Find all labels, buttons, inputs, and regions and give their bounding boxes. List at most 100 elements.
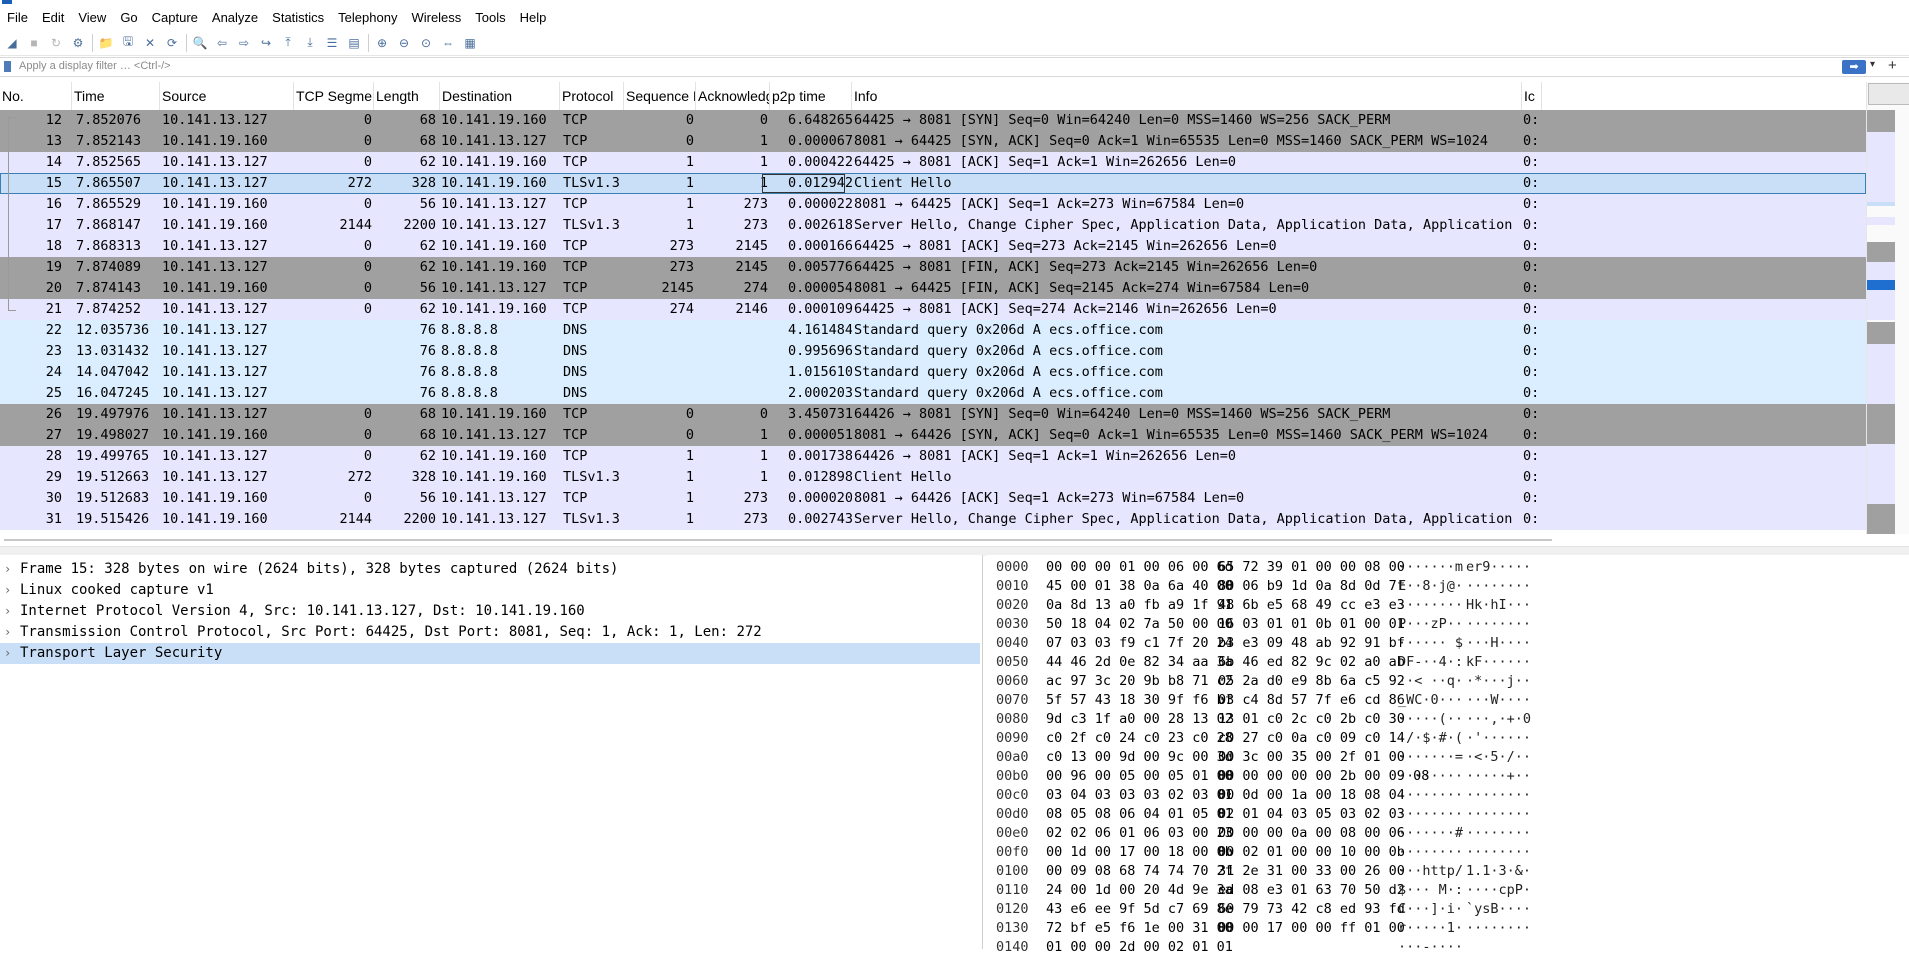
ascii-bytes[interactable]: ···-···· <box>1398 938 1463 957</box>
ascii-bytes[interactable]: ········ <box>1398 767 1463 786</box>
hex-bytes[interactable]: 02 01 04 03 05 03 02 03 <box>1218 805 1405 824</box>
ascii-bytes[interactable]: ········ <box>1398 843 1463 862</box>
zoom-reset-icon[interactable]: ⊙ <box>417 34 435 52</box>
hex-bytes[interactable]: 00 02 01 00 00 10 00 0b <box>1218 843 1405 862</box>
ascii-bytes[interactable]: ···,·+·0 <box>1466 710 1531 729</box>
menu-telephony[interactable]: Telephony <box>331 6 404 30</box>
shark-fin-start-icon[interactable]: ◢ <box>3 34 21 52</box>
column-header-p2p-time[interactable]: p2p time <box>770 82 852 110</box>
offset[interactable]: 00d0 <box>996 805 1029 824</box>
find-icon[interactable]: 🔍 <box>191 34 209 52</box>
packet-row[interactable]: 28 19.499765 10.141.13.127 0 62 10.141.19.160… <box>0 446 1866 467</box>
packet-list-horizontal-scrollbar[interactable] <box>0 534 1866 546</box>
reload-icon[interactable]: ⟳ <box>163 34 181 52</box>
packet-row[interactable]: 22 12.035736 10.141.13.127 76 8.8.8.8 DNS 4.16… <box>0 320 1866 341</box>
ascii-bytes[interactable]: ········ <box>1466 786 1531 805</box>
hex-bytes[interactable]: 13 01 c0 2c c0 2b c0 30 <box>1218 710 1405 729</box>
menu-wireless[interactable]: Wireless <box>404 6 468 30</box>
menu-capture[interactable]: Capture <box>145 6 205 30</box>
detail-tree-item[interactable]: › Linux cooked capture v1 <box>0 580 980 601</box>
menu-edit[interactable]: Edit <box>35 6 71 30</box>
offset[interactable]: 0080 <box>996 710 1029 729</box>
packet-row[interactable]: 13 7.852143 10.141.19.160 0 68 10.141.13.127 T… <box>0 131 1866 152</box>
packet-row[interactable]: 16 7.865529 10.141.19.160 0 56 10.141.13.127 T… <box>0 194 1866 215</box>
ascii-bytes[interactable]: ········ <box>1466 824 1531 843</box>
ascii-bytes[interactable]: ·<·5·/·· <box>1466 748 1531 767</box>
packet-row[interactable]: 23 13.031432 10.141.13.127 76 8.8.8.8 DNS 0.99… <box>0 341 1866 362</box>
column-header-length[interactable]: Length <box>374 82 440 110</box>
ascii-bytes[interactable]: E··8·j@· <box>1398 577 1463 596</box>
hex-bytes[interactable]: 48 6b e5 68 49 cc e3 e3 <box>1218 596 1405 615</box>
hex-bytes[interactable]: 24 00 1d 00 20 4d 9e 3a <box>1046 881 1233 900</box>
forward-icon[interactable]: ⇨ <box>235 34 253 52</box>
offset[interactable]: 0120 <box>996 900 1029 919</box>
hex-bytes[interactable]: 80 06 b9 1d 0a 8d 0d 7f <box>1218 577 1405 596</box>
ascii-bytes[interactable]: ···H···· <box>1466 634 1531 653</box>
first-icon[interactable]: ⤒ <box>279 34 297 52</box>
colorize-icon[interactable]: ▤ <box>345 34 363 52</box>
ascii-bytes[interactable]: `ysB···· <box>1466 900 1531 919</box>
offset[interactable]: 0130 <box>996 919 1029 938</box>
offset[interactable]: 0010 <box>996 577 1029 596</box>
offset[interactable]: 0110 <box>996 881 1029 900</box>
expand-chevron-icon[interactable]: › <box>4 580 11 601</box>
back-icon[interactable]: ⇦ <box>213 34 231 52</box>
hex-bytes[interactable]: 16 03 01 01 0b 01 00 01 <box>1218 615 1405 634</box>
ascii-bytes[interactable]: Hk·hI··· <box>1466 596 1531 615</box>
ascii-bytes[interactable]: ····cpP· <box>1466 881 1531 900</box>
ascii-bytes[interactable]: ··< ··q· <box>1398 672 1463 691</box>
packet-row[interactable]: 29 19.512663 10.141.13.127 272 328 10.141.19.… <box>0 467 1866 488</box>
hex-bytes[interactable]: 31 2e 31 00 33 00 26 00 <box>1218 862 1405 881</box>
packet-row[interactable]: 31 19.515426 10.141.19.160 2144 2200 10.141.1… <box>0 509 1866 530</box>
options-icon[interactable]: ⚙ <box>69 34 87 52</box>
offset[interactable]: 00a0 <box>996 748 1029 767</box>
hex-bytes[interactable]: 03 04 03 03 03 02 03 01 <box>1046 786 1233 805</box>
offset[interactable]: 0090 <box>996 729 1029 748</box>
restart-icon[interactable]: ↻ <box>47 34 65 52</box>
hex-bytes[interactable]: 00 3c 00 35 00 2f 01 00 <box>1218 748 1405 767</box>
ascii-bytes[interactable]: ········ <box>1466 843 1531 862</box>
ascii-bytes[interactable]: ········ <box>1398 805 1463 824</box>
hex-bytes[interactable]: b3 e3 09 48 ab 92 91 bf <box>1218 634 1405 653</box>
hex-bytes[interactable]: 00 0d 00 1a 00 18 08 04 <box>1218 786 1405 805</box>
packet-row[interactable]: 26 19.497976 10.141.13.127 0 68 10.141.19.160… <box>0 404 1866 425</box>
hex-bytes[interactable]: 07 03 03 f9 c1 7f 20 24 <box>1046 634 1233 653</box>
column-header-protocol[interactable]: Protocol <box>560 82 624 110</box>
hscroll-thumb[interactable] <box>4 539 1552 541</box>
packet-row[interactable]: 19 7.874089 10.141.13.127 0 62 10.141.19.160 T… <box>0 257 1866 278</box>
ascii-bytes[interactable]: ········ <box>1466 615 1531 634</box>
offset[interactable]: 0020 <box>996 596 1029 615</box>
ascii-bytes[interactable]: C···]·i· <box>1398 900 1463 919</box>
menu-file[interactable]: File <box>0 6 35 30</box>
ascii-bytes[interactable]: ···W···· <box>1466 691 1531 710</box>
offset[interactable]: 00e0 <box>996 824 1029 843</box>
packet-row[interactable]: 30 19.512683 10.141.19.160 0 56 10.141.13.127… <box>0 488 1866 509</box>
layout-icon[interactable]: ▦ <box>461 34 479 52</box>
offset[interactable]: 0100 <box>996 862 1029 881</box>
packet-row[interactable]: 17 7.868147 10.141.19.160 2144 2200 10.141.13… <box>0 215 1866 236</box>
expand-chevron-icon[interactable]: › <box>4 643 11 664</box>
hex-bytes[interactable]: 00 00 17 00 00 ff 01 00 <box>1218 919 1405 938</box>
packet-list-minimap-scrollbar[interactable] <box>1866 82 1909 534</box>
hex-bytes[interactable]: 00 1d 00 17 00 18 00 0b <box>1046 843 1233 862</box>
close-file-icon[interactable]: ✕ <box>141 34 159 52</box>
zoom-out-icon[interactable]: ⊖ <box>395 34 413 52</box>
save-icon[interactable]: 🖫 <box>119 34 137 52</box>
column-header-time[interactable]: Time <box>72 82 160 110</box>
ascii-bytes[interactable]: ·*···j·· <box>1466 672 1531 691</box>
last-icon[interactable]: ⤓ <box>301 34 319 52</box>
offset[interactable]: 0030 <box>996 615 1029 634</box>
expand-chevron-icon[interactable]: › <box>4 559 11 580</box>
hex-bytes[interactable]: 08 05 08 06 04 01 05 01 <box>1046 805 1233 824</box>
go-to-icon[interactable]: ↪ <box>257 34 275 52</box>
hex-bytes[interactable]: ed 08 e3 01 63 70 50 d2 <box>1218 881 1405 900</box>
ascii-bytes[interactable]: ·'······ <box>1466 729 1531 748</box>
ascii-bytes[interactable]: ·······# <box>1398 824 1463 843</box>
ascii-bytes[interactable]: ········ <box>1466 577 1531 596</box>
ascii-bytes[interactable]: er9····· <box>1466 558 1531 577</box>
zoom-in-icon[interactable]: ⊕ <box>373 34 391 52</box>
column-header-ic[interactable]: Ic <box>1522 82 1542 110</box>
ascii-bytes[interactable]: ········ <box>1466 919 1531 938</box>
hex-bytes[interactable]: 01 00 00 2d 00 02 01 01 <box>1046 938 1233 957</box>
detail-tree-item[interactable]: › Transmission Control Protocol, Src Port… <box>0 622 980 643</box>
